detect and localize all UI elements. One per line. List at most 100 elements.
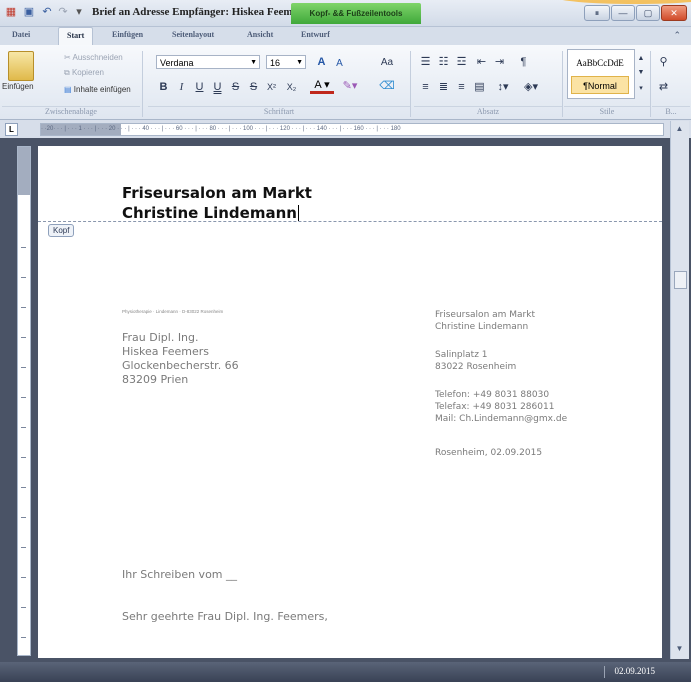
find-icon[interactable]: ⚲ (656, 55, 671, 70)
cut-button[interactable]: ✂ Ausschneiden (64, 53, 123, 62)
replace-icon[interactable]: ⇄ (656, 80, 671, 95)
scroll-up-icon[interactable]: ▲ (673, 123, 686, 135)
reference-line[interactable]: Ihr Schreiben vom __ (122, 568, 237, 582)
bullets-icon[interactable]: ☰ (418, 55, 433, 70)
sender-fax: Telefax: +49 8031 286011 (435, 402, 555, 412)
clear-formatting-icon[interactable]: ⌫ (376, 79, 398, 94)
bold-button[interactable]: B (156, 80, 171, 95)
chevron-down-icon: ▼ (296, 59, 303, 66)
group-label-font: Schriftart (148, 106, 410, 119)
header-owner-line[interactable]: Christine Lindemann (122, 204, 299, 222)
tab-start[interactable]: Start (58, 27, 94, 45)
window-title: Brief an Adresse Empfänger: Hiskea Feeme… (92, 6, 307, 18)
decrease-indent-icon[interactable]: ⇤ (474, 55, 489, 70)
title-bar: ▦ ▣ ↶ ↷ ▾ Brief an Adresse Empfänger: Hi… (0, 0, 691, 27)
cut-label: Ausschneiden (72, 53, 123, 62)
style-normal[interactable]: ¶Normal (571, 76, 629, 94)
close-button[interactable]: ✕ (661, 5, 687, 21)
sender-owner: Christine Lindemann (435, 322, 529, 332)
multilevel-list-icon[interactable]: ☲ (454, 55, 469, 70)
numbering-icon[interactable]: ☷ (436, 55, 451, 70)
line-spacing-icon[interactable]: ↕▾ (492, 80, 514, 95)
font-family-value: Verdana (160, 58, 194, 68)
ruler-header-area (18, 195, 30, 225)
tab-ansicht[interactable]: Ansicht (247, 30, 273, 39)
increase-indent-icon[interactable]: ⇥ (492, 55, 507, 70)
sender-city: 83022 Rosenheim (435, 362, 517, 372)
undo-icon[interactable]: ↶ (40, 5, 54, 19)
align-right-icon[interactable]: ≡ (454, 80, 469, 95)
styles-scroll-up-icon[interactable]: ▲ (635, 51, 647, 66)
paste-icon[interactable] (8, 51, 34, 81)
recipient-line: Frau Dipl. Ing. (122, 331, 199, 344)
paste-button[interactable]: Einfügen (2, 82, 34, 91)
double-strike-button[interactable]: S (246, 80, 261, 95)
recipient-address[interactable]: Frau Dipl. Ing. Hiskea Feemers Glockenbe… (122, 331, 239, 387)
word-app-icon[interactable]: ▦ (4, 5, 18, 19)
ruler-tick (21, 457, 26, 458)
shrink-font-button[interactable]: A (332, 56, 347, 71)
show-formatting-icon[interactable]: ¶ (516, 55, 531, 70)
group-label-styles: Stile (564, 106, 650, 119)
ruler-tick (21, 517, 26, 518)
underline-button[interactable]: U (192, 80, 207, 95)
group-separator (410, 51, 411, 117)
ruler-margin (18, 147, 30, 195)
group-separator (142, 51, 143, 117)
tab-einfuegen[interactable]: Einfügen (112, 30, 143, 39)
styles-more-icon[interactable]: ▾ (635, 81, 647, 96)
strikethrough-button[interactable]: S (228, 80, 243, 95)
sender-phone: Telefon: +49 8031 88030 (435, 390, 550, 400)
align-center-icon[interactable]: ≣ (436, 80, 451, 95)
save-icon[interactable]: ▣ (22, 5, 36, 19)
copy-label: Kopieren (71, 68, 104, 77)
justify-icon[interactable]: ▤ (472, 80, 487, 95)
scrollbar-thumb[interactable] (674, 271, 687, 289)
header-company-name[interactable]: Friseursalon am Markt (122, 184, 312, 202)
vertical-ruler[interactable] (17, 146, 31, 656)
ribbon-toggle-button[interactable]: ⏸ (584, 5, 610, 21)
change-case-button[interactable]: Aa (376, 55, 398, 70)
grow-font-button[interactable]: A (314, 55, 329, 70)
styles-gallery[interactable]: AaBbCcDdE ¶Normal (567, 49, 635, 99)
chevron-down-icon: ▼ (250, 59, 257, 66)
scroll-down-icon[interactable]: ▼ (673, 643, 686, 655)
salutation-line[interactable]: Sehr geehrte Frau Dipl. Ing. Feemers, (122, 610, 328, 624)
maximize-button[interactable]: ▢ (636, 5, 660, 21)
font-family-combo[interactable]: Verdana ▼ (156, 55, 260, 69)
vertical-scrollbar[interactable]: ▲ ▼ (670, 121, 689, 659)
styles-scroll-down-icon[interactable]: ▼ (635, 65, 647, 80)
highlight-color-button[interactable]: ✎▾ (338, 79, 362, 94)
horizontal-ruler[interactable]: · ·20· · · | · · · 1 · · · | · · · 20 · … (40, 123, 664, 136)
subscript-button[interactable]: X₂ (284, 80, 299, 95)
sender-block[interactable]: Friseursalon am Markt Christine Lindeman… (435, 309, 567, 459)
italic-button[interactable]: I (174, 80, 189, 95)
shading-icon[interactable]: ◈▾ (520, 80, 542, 95)
font-size-value: 16 (270, 58, 281, 68)
letter-date: Rosenheim, 02.09.2015 (435, 448, 543, 458)
document-page[interactable]: Friseursalon am Markt Christine Lindeman… (38, 146, 662, 658)
paste-special-label: Inhalte einfügen (73, 85, 131, 94)
font-color-button[interactable]: A ▾ (310, 79, 334, 94)
double-underline-button[interactable]: U (210, 80, 225, 95)
ruler-tick (21, 577, 26, 578)
header-footer-tools-tab[interactable]: Kopf- && Fußzeilentools (291, 3, 421, 24)
text-cursor (297, 205, 299, 221)
tab-seitenlayout[interactable]: Seitenlayout (172, 30, 214, 39)
tab-entwurf[interactable]: Entwurf (301, 30, 330, 39)
style-preview[interactable]: AaBbCcDdE (571, 54, 629, 72)
group-label-paragraph: Absatz (414, 106, 562, 119)
minimize-button[interactable]: — (611, 5, 635, 21)
copy-button[interactable]: ⧉ Kopieren (64, 68, 104, 78)
redo-icon[interactable]: ↷ (56, 5, 70, 19)
ruler-tick (21, 367, 26, 368)
quick-access-menu-icon[interactable]: ▾ (72, 5, 86, 19)
tab-selector[interactable]: L (5, 123, 18, 136)
superscript-button[interactable]: X² (264, 80, 279, 95)
ribbon-collapse-icon[interactable]: ⌃ (673, 30, 681, 41)
align-left-icon[interactable]: ≡ (418, 80, 433, 95)
tab-datei[interactable]: Datei (12, 30, 30, 39)
paste-special-button[interactable]: ▤ Inhalte einfügen (64, 85, 131, 94)
sender-street: Salinplatz 1 (435, 350, 488, 360)
font-size-combo[interactable]: 16 ▼ (266, 55, 306, 69)
